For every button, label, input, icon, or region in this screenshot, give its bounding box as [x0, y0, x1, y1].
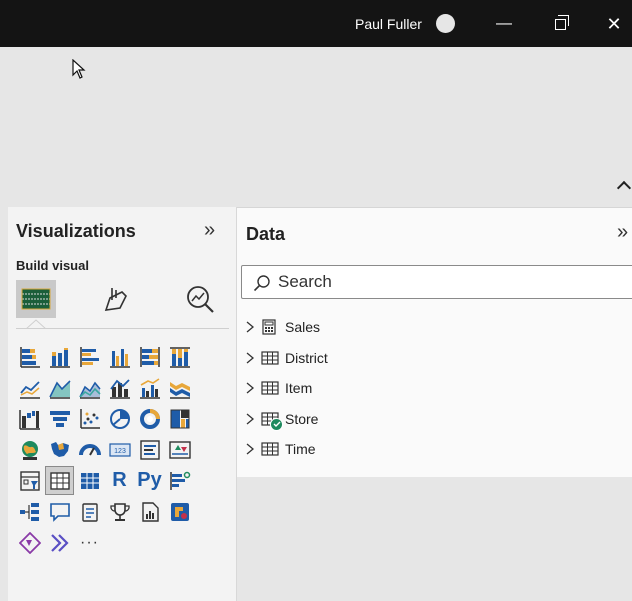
chevron-right-icon[interactable]: [245, 441, 255, 457]
data-pane: Data » Sales District Item: [237, 207, 632, 477]
empty-area: [237, 477, 632, 601]
card-icon[interactable]: 123: [106, 436, 133, 463]
more-options-icon[interactable]: ···: [76, 529, 103, 556]
smart-narrative-icon[interactable]: [76, 498, 103, 525]
stacked-column-chart-icon[interactable]: [46, 343, 73, 370]
100-percent-stacked-bar-chart-icon[interactable]: [136, 343, 163, 370]
user-name[interactable]: Paul Fuller: [355, 16, 422, 32]
field-list: Sales District Item Store Time: [245, 312, 328, 465]
collapse-caret-icon[interactable]: [616, 180, 632, 196]
build-visual-label: Build visual: [16, 258, 89, 273]
close-button[interactable]: ✕: [600, 10, 628, 38]
gauge-icon[interactable]: [76, 436, 103, 463]
paginated-report-icon[interactable]: [136, 498, 163, 525]
table-item-item[interactable]: Item: [245, 373, 328, 404]
stacked-area-chart-icon[interactable]: [76, 374, 103, 401]
analytics-icon[interactable]: [184, 284, 216, 314]
data-title: Data: [246, 224, 286, 244]
table-icon: [261, 441, 279, 457]
format-visual-icon[interactable]: [100, 284, 130, 314]
restore-icon: [554, 14, 569, 30]
minimize-button[interactable]: —: [490, 10, 518, 38]
funnel-chart-icon[interactable]: [46, 405, 73, 432]
table-icon: [261, 411, 283, 431]
100-percent-stacked-column-chart-icon[interactable]: [166, 343, 193, 370]
avatar[interactable]: [436, 14, 455, 33]
table-item-time[interactable]: Time: [245, 434, 328, 465]
filled-map-icon[interactable]: [46, 436, 73, 463]
power-automate-icon[interactable]: [16, 529, 43, 556]
goals-icon[interactable]: [106, 498, 133, 525]
table-item-sales[interactable]: Sales: [245, 312, 328, 343]
map-icon[interactable]: [16, 436, 43, 463]
waterfall-chart-icon[interactable]: [16, 405, 43, 432]
table-name: Store: [285, 410, 319, 427]
area-chart-icon[interactable]: [46, 374, 73, 401]
visualizations-title: Visualizations: [16, 221, 136, 241]
restore-button[interactable]: [546, 10, 574, 38]
mouse-cursor-icon: [72, 59, 86, 79]
chevron-right-icon[interactable]: [245, 350, 255, 366]
visual-gallery: 123 R Py ···: [16, 343, 195, 560]
tab-divider: [16, 328, 229, 329]
chevron-right-icon[interactable]: [245, 411, 255, 427]
pie-chart-icon[interactable]: [106, 405, 133, 432]
check-badge-icon: [270, 417, 283, 431]
table-name: Sales: [285, 319, 321, 336]
table-name: District: [285, 349, 328, 366]
search-input[interactable]: [278, 266, 618, 298]
r-script-visual-icon[interactable]: R: [106, 467, 133, 494]
line-and-stacked-column-chart-icon[interactable]: [106, 374, 133, 401]
table-name: Item: [285, 380, 313, 397]
table-icon[interactable]: [45, 466, 74, 495]
power-apps-icon[interactable]: [166, 498, 193, 525]
build-visual-tab[interactable]: [16, 280, 56, 318]
stacked-bar-chart-icon[interactable]: [16, 343, 43, 370]
donut-chart-icon[interactable]: [136, 405, 163, 432]
search-box[interactable]: [241, 265, 632, 299]
clustered-column-chart-icon[interactable]: [106, 343, 133, 370]
scatter-chart-icon[interactable]: [76, 405, 103, 432]
decomposition-tree-icon[interactable]: [16, 498, 43, 525]
python-visual-icon[interactable]: Py: [136, 467, 163, 494]
visualizations-pane: Visualizations » Build visual 123 R Py ·…: [8, 207, 237, 601]
table-item-district[interactable]: District: [245, 343, 328, 374]
get-more-visuals-icon[interactable]: [46, 529, 73, 556]
visualizations-expand-button[interactable]: »: [204, 219, 215, 242]
search-icon: [253, 275, 270, 292]
multi-row-card-icon[interactable]: [136, 436, 163, 463]
matrix-icon[interactable]: [76, 467, 103, 494]
line-and-clustered-column-chart-icon[interactable]: [136, 374, 163, 401]
svg-text:123: 123: [114, 448, 126, 455]
qa-icon[interactable]: [46, 498, 73, 525]
table-name: Time: [285, 441, 316, 458]
report-canvas[interactable]: [0, 47, 632, 207]
build-visual-icon: [21, 288, 51, 310]
chevron-right-icon[interactable]: [245, 319, 255, 335]
title-bar: Paul Fuller — ✕: [0, 0, 632, 47]
table-icon: [261, 380, 279, 396]
line-chart-icon[interactable]: [16, 374, 43, 401]
table-icon: [261, 350, 279, 366]
chevron-right-icon[interactable]: [245, 380, 255, 396]
calculator-table-icon: [261, 319, 279, 335]
treemap-icon[interactable]: [166, 405, 193, 432]
table-item-store[interactable]: Store: [245, 404, 328, 435]
ribbon-chart-icon[interactable]: [166, 374, 193, 401]
kpi-icon[interactable]: [166, 436, 193, 463]
key-influencers-icon[interactable]: [166, 467, 193, 494]
slicer-icon[interactable]: [16, 467, 43, 494]
data-expand-button[interactable]: »: [617, 221, 628, 244]
clustered-bar-chart-icon[interactable]: [76, 343, 103, 370]
